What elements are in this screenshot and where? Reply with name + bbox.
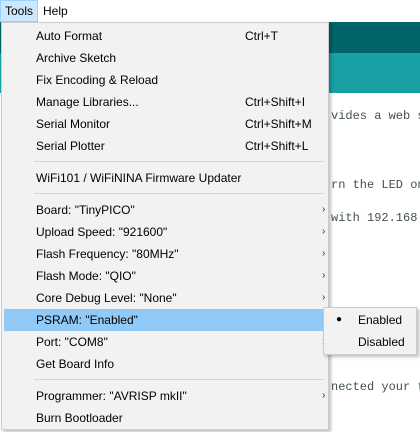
menu-item-label: Flash Mode: "QIO"	[36, 269, 136, 283]
menu-item-auto-format[interactable]: Auto Format Ctrl+T	[4, 25, 326, 47]
menu-item-burn-bootloader[interactable]: Burn Bootloader	[4, 407, 326, 429]
menu-item-label: Manage Libraries...	[36, 95, 139, 109]
menu-item-core-debug-level[interactable]: Core Debug Level: "None" ›	[4, 287, 326, 309]
menu-item-label: Burn Bootloader	[36, 411, 123, 425]
submenu-item-label: Disabled	[358, 335, 405, 349]
menu-item-label: Board: "TinyPICO"	[36, 203, 135, 217]
menu-separator	[34, 161, 324, 162]
menu-item-get-board-info[interactable]: Get Board Info	[4, 353, 326, 375]
menu-item-shortcut: Ctrl+Shift+L	[245, 139, 309, 153]
menu-item-label: Serial Monitor	[36, 117, 111, 131]
menu-item-label: PSRAM: "Enabled"	[36, 313, 138, 327]
menu-item-board[interactable]: Board: "TinyPICO" ›	[4, 199, 326, 221]
tools-menu: Auto Format Ctrl+T Archive Sketch Fix En…	[1, 22, 329, 430]
menu-item-label: Upload Speed: "921600"	[36, 225, 168, 239]
menu-item-label: Serial Plotter	[36, 139, 105, 153]
menu-item-wifi-updater[interactable]: WiFi101 / WiFiNINA Firmware Updater	[4, 167, 326, 189]
menu-item-archive-sketch[interactable]: Archive Sketch	[4, 47, 326, 69]
code-line: nected your t	[331, 380, 420, 394]
chevron-right-icon: ›	[322, 292, 326, 303]
chevron-right-icon: ›	[322, 390, 326, 401]
menu-item-flash-frequency[interactable]: Flash Frequency: "80MHz" ›	[4, 243, 326, 265]
menu-item-programmer[interactable]: Programmer: "AVRISP mkII" ›	[4, 385, 326, 407]
psram-option-disabled[interactable]: Disabled	[325, 331, 415, 353]
code-line: with 192.168.	[331, 211, 420, 225]
submenu-item-label: Enabled	[358, 313, 403, 327]
menu-item-manage-libraries[interactable]: Manage Libraries... Ctrl+Shift+I	[4, 91, 326, 113]
menu-item-port[interactable]: Port: "COM8" ›	[4, 331, 326, 353]
menu-item-serial-plotter[interactable]: Serial Plotter Ctrl+Shift+L	[4, 135, 326, 157]
menu-item-shortcut: Ctrl+T	[245, 29, 278, 43]
chevron-right-icon: ›	[322, 270, 326, 281]
menu-item-fix-encoding[interactable]: Fix Encoding & Reload	[4, 69, 326, 91]
menu-separator	[34, 193, 324, 194]
menu-item-label: WiFi101 / WiFiNINA Firmware Updater	[36, 171, 242, 185]
menu-help[interactable]: Help	[39, 0, 72, 22]
menu-item-label: Auto Format	[36, 29, 103, 43]
menu-item-psram[interactable]: PSRAM: "Enabled" ›	[4, 309, 326, 331]
menu-item-label: Core Debug Level: "None"	[36, 291, 177, 305]
menu-item-label: Programmer: "AVRISP mkII"	[36, 389, 187, 403]
chevron-right-icon: ›	[322, 204, 326, 215]
menu-item-upload-speed[interactable]: Upload Speed: "921600" ›	[4, 221, 326, 243]
menu-item-label: Archive Sketch	[36, 51, 117, 65]
menu-item-shortcut: Ctrl+Shift+M	[245, 117, 312, 131]
menu-item-shortcut: Ctrl+Shift+I	[245, 95, 306, 109]
menu-item-label: Get Board Info	[36, 357, 115, 371]
code-line: rn the LED on	[331, 178, 420, 192]
menu-tools[interactable]: Tools	[0, 0, 39, 22]
menu-item-label: Fix Encoding & Reload	[36, 73, 159, 87]
chevron-right-icon: ›	[322, 226, 326, 237]
menu-item-flash-mode[interactable]: Flash Mode: "QIO" ›	[4, 265, 326, 287]
psram-option-enabled[interactable]: ● Enabled	[325, 309, 415, 331]
chevron-right-icon: ›	[322, 248, 326, 259]
menu-item-label: Flash Frequency: "80MHz"	[36, 247, 179, 261]
code-line: vides a web s	[331, 109, 420, 123]
menu-bar: Tools Help	[0, 0, 420, 23]
selected-bullet-icon: ●	[336, 314, 343, 325]
psram-submenu: ● Enabled Disabled	[323, 307, 417, 355]
menu-item-label: Port: "COM8"	[36, 335, 108, 349]
menu-item-serial-monitor[interactable]: Serial Monitor Ctrl+Shift+M	[4, 113, 326, 135]
menu-separator	[34, 379, 324, 380]
